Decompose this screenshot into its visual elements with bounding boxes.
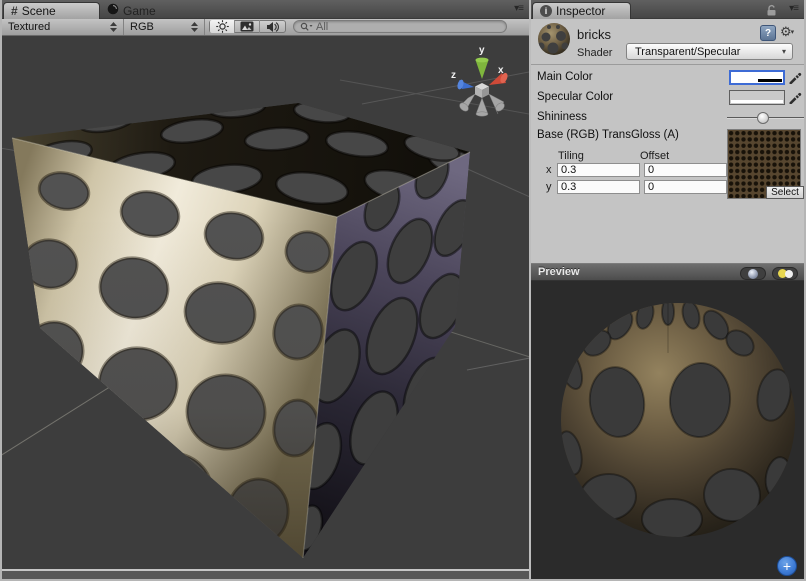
gear-icon[interactable]: ⚙▾ [780, 24, 800, 40]
shader-dropdown[interactable]: Transparent/Specular ▾ [626, 43, 793, 60]
specular-color-label: Specular Color [537, 91, 613, 103]
alpha-bar [731, 100, 783, 103]
uv-row-x: x [531, 163, 727, 177]
info-icon: i [540, 5, 552, 17]
inspector-tabbar: i Inspector ▾≡ [531, 0, 804, 19]
eyedropper-icon[interactable] [788, 69, 803, 84]
color-mode-value: RGB [130, 21, 154, 33]
uv-row-y: y [531, 180, 727, 194]
gizmo-z-label: z [451, 70, 456, 81]
material-ball-icon [537, 22, 571, 56]
light-dot-white [785, 270, 793, 278]
unity-editor-window: # Scene Game ▾≡ Textured RGB [0, 0, 806, 581]
offset-y-input[interactable] [644, 180, 727, 194]
scene-viewport[interactable]: y z x [2, 36, 529, 569]
panel-splitter[interactable] [529, 0, 531, 581]
tab-scene[interactable]: # Scene [3, 2, 100, 19]
shininess-slider[interactable] [727, 111, 805, 125]
lighting-toggle[interactable] [210, 20, 235, 33]
game-icon [107, 3, 119, 18]
lock-icon[interactable] [766, 4, 778, 19]
preview-title: Preview [538, 266, 580, 278]
gizmo-y-axis[interactable] [476, 58, 489, 79]
pane-menu-icon[interactable]: ▾≡ [789, 3, 798, 14]
shader-value: Transparent/Specular [635, 46, 740, 58]
base-texture-thumbnail[interactable]: Select [727, 129, 801, 199]
axis-label: x [546, 164, 552, 176]
inspector-body: bricks Shader Transparent/Specular ▾ ? ⚙… [531, 19, 804, 263]
speaker-icon [266, 21, 279, 33]
preview-shape-button[interactable] [740, 267, 766, 280]
scene-search-field[interactable] [293, 20, 507, 33]
grid-icon: # [11, 4, 18, 18]
scene-gizmo[interactable]: y z x [451, 45, 509, 116]
updown-arrows-icon [110, 22, 117, 32]
divider [531, 64, 804, 65]
gizmo-x-label: x [498, 65, 504, 76]
gizmo-cube [475, 83, 489, 98]
select-texture-button[interactable]: Select [766, 186, 804, 199]
image-icon [240, 21, 254, 32]
specular-color-swatch[interactable] [729, 90, 785, 105]
updown-arrows-icon [191, 22, 198, 32]
sphere-icon [748, 269, 758, 279]
search-icon [300, 22, 313, 32]
base-map-label: Base (RGB) TransGloss (A) [537, 129, 679, 141]
tab-inspector[interactable]: i Inspector [532, 2, 631, 19]
draw-mode-dropdown[interactable]: Textured [2, 19, 124, 35]
scene-view-toggles [209, 20, 286, 33]
skybox-toggle[interactable] [235, 20, 260, 33]
tiling-header: Tiling [558, 150, 584, 162]
gizmo-y-label: y [479, 45, 485, 56]
tiling-x-input[interactable] [557, 163, 640, 177]
material-name: bricks [577, 27, 611, 42]
chevron-down-icon: ▾ [791, 28, 795, 36]
add-button[interactable]: + [777, 556, 797, 576]
audio-toggle[interactable] [260, 20, 285, 33]
help-icon[interactable]: ? [760, 25, 776, 41]
eyedropper-icon[interactable] [788, 89, 803, 104]
color-mode-dropdown[interactable]: RGB [124, 19, 205, 35]
axis-label: y [546, 181, 552, 193]
tab-game[interactable]: Game [100, 2, 168, 19]
gizmo-z-axis[interactable] [456, 79, 474, 90]
cube-mesh[interactable] [12, 90, 482, 569]
chevron-down-icon: ▾ [782, 47, 786, 56]
tab-game-label: Game [123, 4, 156, 18]
material-preview-canvas[interactable]: + [531, 281, 804, 579]
main-color-label: Main Color [537, 71, 593, 83]
scene-tabbar: # Scene Game ▾≡ [0, 0, 529, 19]
tab-inspector-label: Inspector [556, 4, 605, 18]
main-color-swatch[interactable] [729, 70, 785, 85]
shader-label: Shader [577, 47, 612, 59]
scene-bottom-strip [2, 569, 529, 579]
preview-header[interactable]: Preview [531, 263, 804, 281]
sun-icon [216, 20, 229, 33]
shininess-thumb[interactable] [757, 112, 769, 124]
preview-lighting-button[interactable] [772, 267, 798, 280]
scene-3d-canvas[interactable]: y z x [2, 36, 529, 569]
shininess-label: Shininess [537, 111, 587, 123]
pane-menu-icon[interactable]: ▾≡ [514, 3, 523, 14]
scene-toolbar: Textured RGB [2, 19, 529, 36]
tiling-y-input[interactable] [557, 180, 640, 194]
offset-x-input[interactable] [644, 163, 727, 177]
search-input[interactable] [316, 21, 500, 33]
tab-scene-label: Scene [22, 4, 56, 18]
alpha-bar [732, 79, 782, 82]
draw-mode-value: Textured [8, 21, 50, 33]
offset-header: Offset [640, 150, 669, 162]
